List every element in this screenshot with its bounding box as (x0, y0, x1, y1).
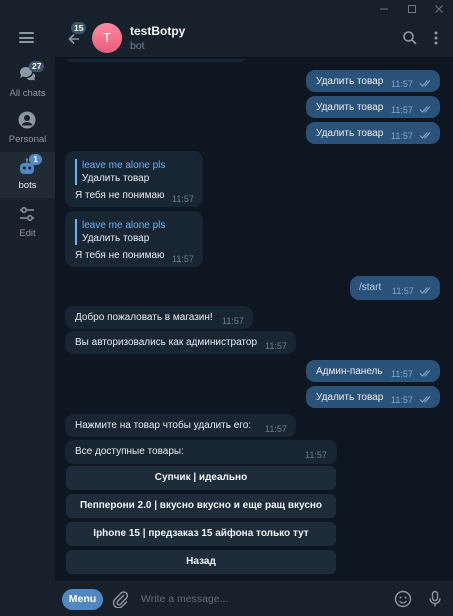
reply-text: Удалить товар (82, 233, 150, 244)
message-with-inline-keyboard: Все доступные товары: 11:57 Супчик | иде… (55, 440, 347, 576)
inline-button-product-pepperoni[interactable]: Пепперони 2.0 | вкусно вкусно и еще ращ … (66, 494, 336, 518)
read-checks-icon (419, 132, 431, 139)
message-bubble-outgoing[interactable]: Удалить товар 11:57 (306, 122, 440, 144)
search-icon[interactable] (402, 30, 418, 46)
message-composer: Menu (55, 581, 453, 616)
reply-author: leave me alone pls (82, 220, 166, 231)
folder-bots[interactable]: 1 bots (0, 152, 55, 198)
message-text: Нажмите на товар чтобы удалить его: (75, 420, 252, 431)
message-text: Удалить товар (316, 392, 384, 403)
maximize-icon[interactable] (398, 0, 426, 18)
read-checks-icon (419, 396, 431, 403)
inline-button-back[interactable]: Назад (66, 550, 336, 574)
reply-quote[interactable]: leave me alone pls Удалить товар (75, 219, 165, 245)
message-bubble-incoming[interactable]: Все доступные товары: 11:57 (65, 440, 337, 464)
message-text: Вы авторизовались как администратор (75, 337, 258, 348)
message-bubble-outgoing[interactable]: Удалить товар 11:57 (306, 70, 440, 92)
message-bubble-incoming[interactable]: Вы авторизовались как администратор 11:5… (65, 331, 296, 354)
message-text: Я тебя не понимаю (75, 250, 165, 261)
minimize-icon[interactable] (370, 0, 398, 18)
reply-author: leave me alone pls (82, 160, 166, 171)
message-text: Все доступные товары: (75, 446, 184, 457)
folder-edit[interactable]: Edit (0, 204, 55, 248)
read-checks-icon (419, 80, 431, 87)
message-bubble-incoming[interactable]: Нажмите на товар чтобы удалить его: 11:5… (65, 414, 296, 437)
microphone-icon[interactable] (426, 590, 444, 608)
message-time: 11:57 (222, 316, 244, 326)
folder-label: Personal (8, 134, 47, 145)
sliders-icon (20, 207, 34, 221)
message-text: Удалить товар (316, 128, 384, 139)
emoji-icon[interactable] (394, 590, 412, 608)
chat-header: 15 T testBotpy bot (55, 18, 453, 58)
folder-label: bots (18, 180, 37, 191)
folder-label: All chats (9, 88, 46, 99)
message-time: 11:57 (391, 395, 413, 405)
message-time: 11:57 (392, 286, 414, 296)
message-time: 11:57 (391, 369, 413, 379)
message-time: 11:57 (305, 450, 327, 460)
folder-all-chats[interactable]: 27 All chats (0, 61, 55, 108)
folder-label: Edit (19, 228, 36, 239)
message-bubble-incoming[interactable]: Добро пожаловать в магазин! 11:57 (65, 306, 253, 329)
inline-button-product-iphone[interactable]: Iphone 15 | предзаказ 15 айфона только т… (66, 522, 336, 546)
person-icon (18, 111, 36, 129)
back-arrow-icon[interactable] (67, 32, 81, 51)
close-window-icon[interactable] (425, 0, 453, 18)
message-bubble-outgoing[interactable]: Админ-панель 11:57 (306, 360, 440, 382)
more-vertical-icon[interactable] (428, 30, 444, 46)
folder-badge: 27 (29, 61, 45, 72)
message-text: Я тебя не понимаю (75, 190, 165, 201)
read-checks-icon (419, 106, 431, 113)
inline-button-product-soup[interactable]: Супчик | идеально (66, 466, 336, 490)
folders-sidebar: 27 All chats Personal 1 bots Edit (0, 18, 55, 616)
message-bubble-outgoing[interactable]: Удалить товар 11:57 (306, 96, 440, 118)
message-bubble-partial (65, 59, 247, 62)
reply-text: Удалить товар (82, 173, 150, 184)
message-time: 11:57 (391, 79, 413, 89)
read-checks-icon (419, 287, 431, 294)
message-text: Админ-панель (316, 366, 383, 377)
message-text: Удалить товар (316, 102, 384, 113)
unread-badge: 15 (71, 22, 87, 34)
message-time: 11:57 (172, 194, 194, 204)
bot-menu-button[interactable]: Menu (62, 589, 103, 610)
message-time: 11:57 (265, 424, 287, 434)
main-menu-icon[interactable] (19, 32, 34, 43)
chat-status: bot (130, 40, 145, 52)
attach-icon[interactable] (112, 590, 128, 608)
message-bubble-outgoing[interactable]: /start 11:57 (350, 276, 440, 300)
message-time: 11:57 (391, 105, 413, 115)
message-bubble-incoming[interactable]: leave me alone pls Удалить товар Я тебя … (65, 211, 203, 267)
window-title-bar (0, 0, 453, 18)
reply-quote[interactable]: leave me alone pls Удалить товар (75, 159, 165, 185)
folder-badge: 1 (29, 154, 42, 165)
chat-title[interactable]: testBotpy (130, 24, 185, 38)
message-bubble-outgoing[interactable]: Удалить товар 11:57 (306, 386, 440, 408)
message-time: 11:57 (265, 341, 287, 351)
message-time: 11:57 (172, 254, 194, 264)
read-checks-icon (419, 370, 431, 377)
folder-personal[interactable]: Personal (0, 110, 55, 154)
message-command[interactable]: /start (359, 281, 381, 294)
message-input[interactable] (141, 592, 361, 606)
message-text: Удалить товар (316, 76, 384, 87)
message-text: Добро пожаловать в магазин! (75, 312, 213, 323)
message-bubble-incoming[interactable]: leave me alone pls Удалить товар Я тебя … (65, 151, 203, 207)
avatar[interactable]: T (92, 23, 122, 53)
message-time: 11:57 (391, 131, 413, 141)
message-list[interactable]: Удалить товар 11:57 Удалить товар 11:57 … (55, 59, 453, 581)
